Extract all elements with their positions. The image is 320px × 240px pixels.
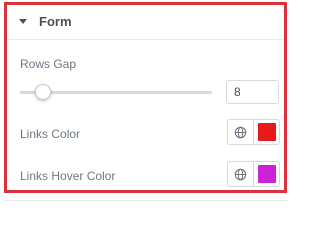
links-hover-color-swatch[interactable] [258, 165, 276, 183]
rows-gap-label: Rows Gap [20, 57, 77, 71]
links-hover-color-global-button[interactable] [228, 162, 254, 186]
rows-gap-slider-thumb[interactable] [35, 84, 52, 100]
links-hover-color-label: Links Hover Color [20, 169, 116, 183]
links-color-global-button[interactable] [228, 120, 254, 144]
rows-gap-input[interactable] [226, 80, 279, 104]
globe-icon [234, 126, 247, 138]
rows-gap-slider-fill [20, 91, 36, 94]
divider [4, 200, 287, 201]
form-section-header[interactable]: Form [7, 5, 284, 40]
links-color-control [227, 119, 280, 145]
links-color-swatch[interactable] [258, 123, 276, 141]
links-color-label: Links Color [20, 127, 81, 141]
links-hover-color-control [227, 161, 280, 187]
globe-icon [234, 168, 247, 180]
caret-down-icon[interactable] [19, 19, 27, 24]
section-title: Form [39, 14, 72, 29]
form-section-panel: Form Rows Gap Links Color Links Hover Co… [4, 2, 287, 193]
